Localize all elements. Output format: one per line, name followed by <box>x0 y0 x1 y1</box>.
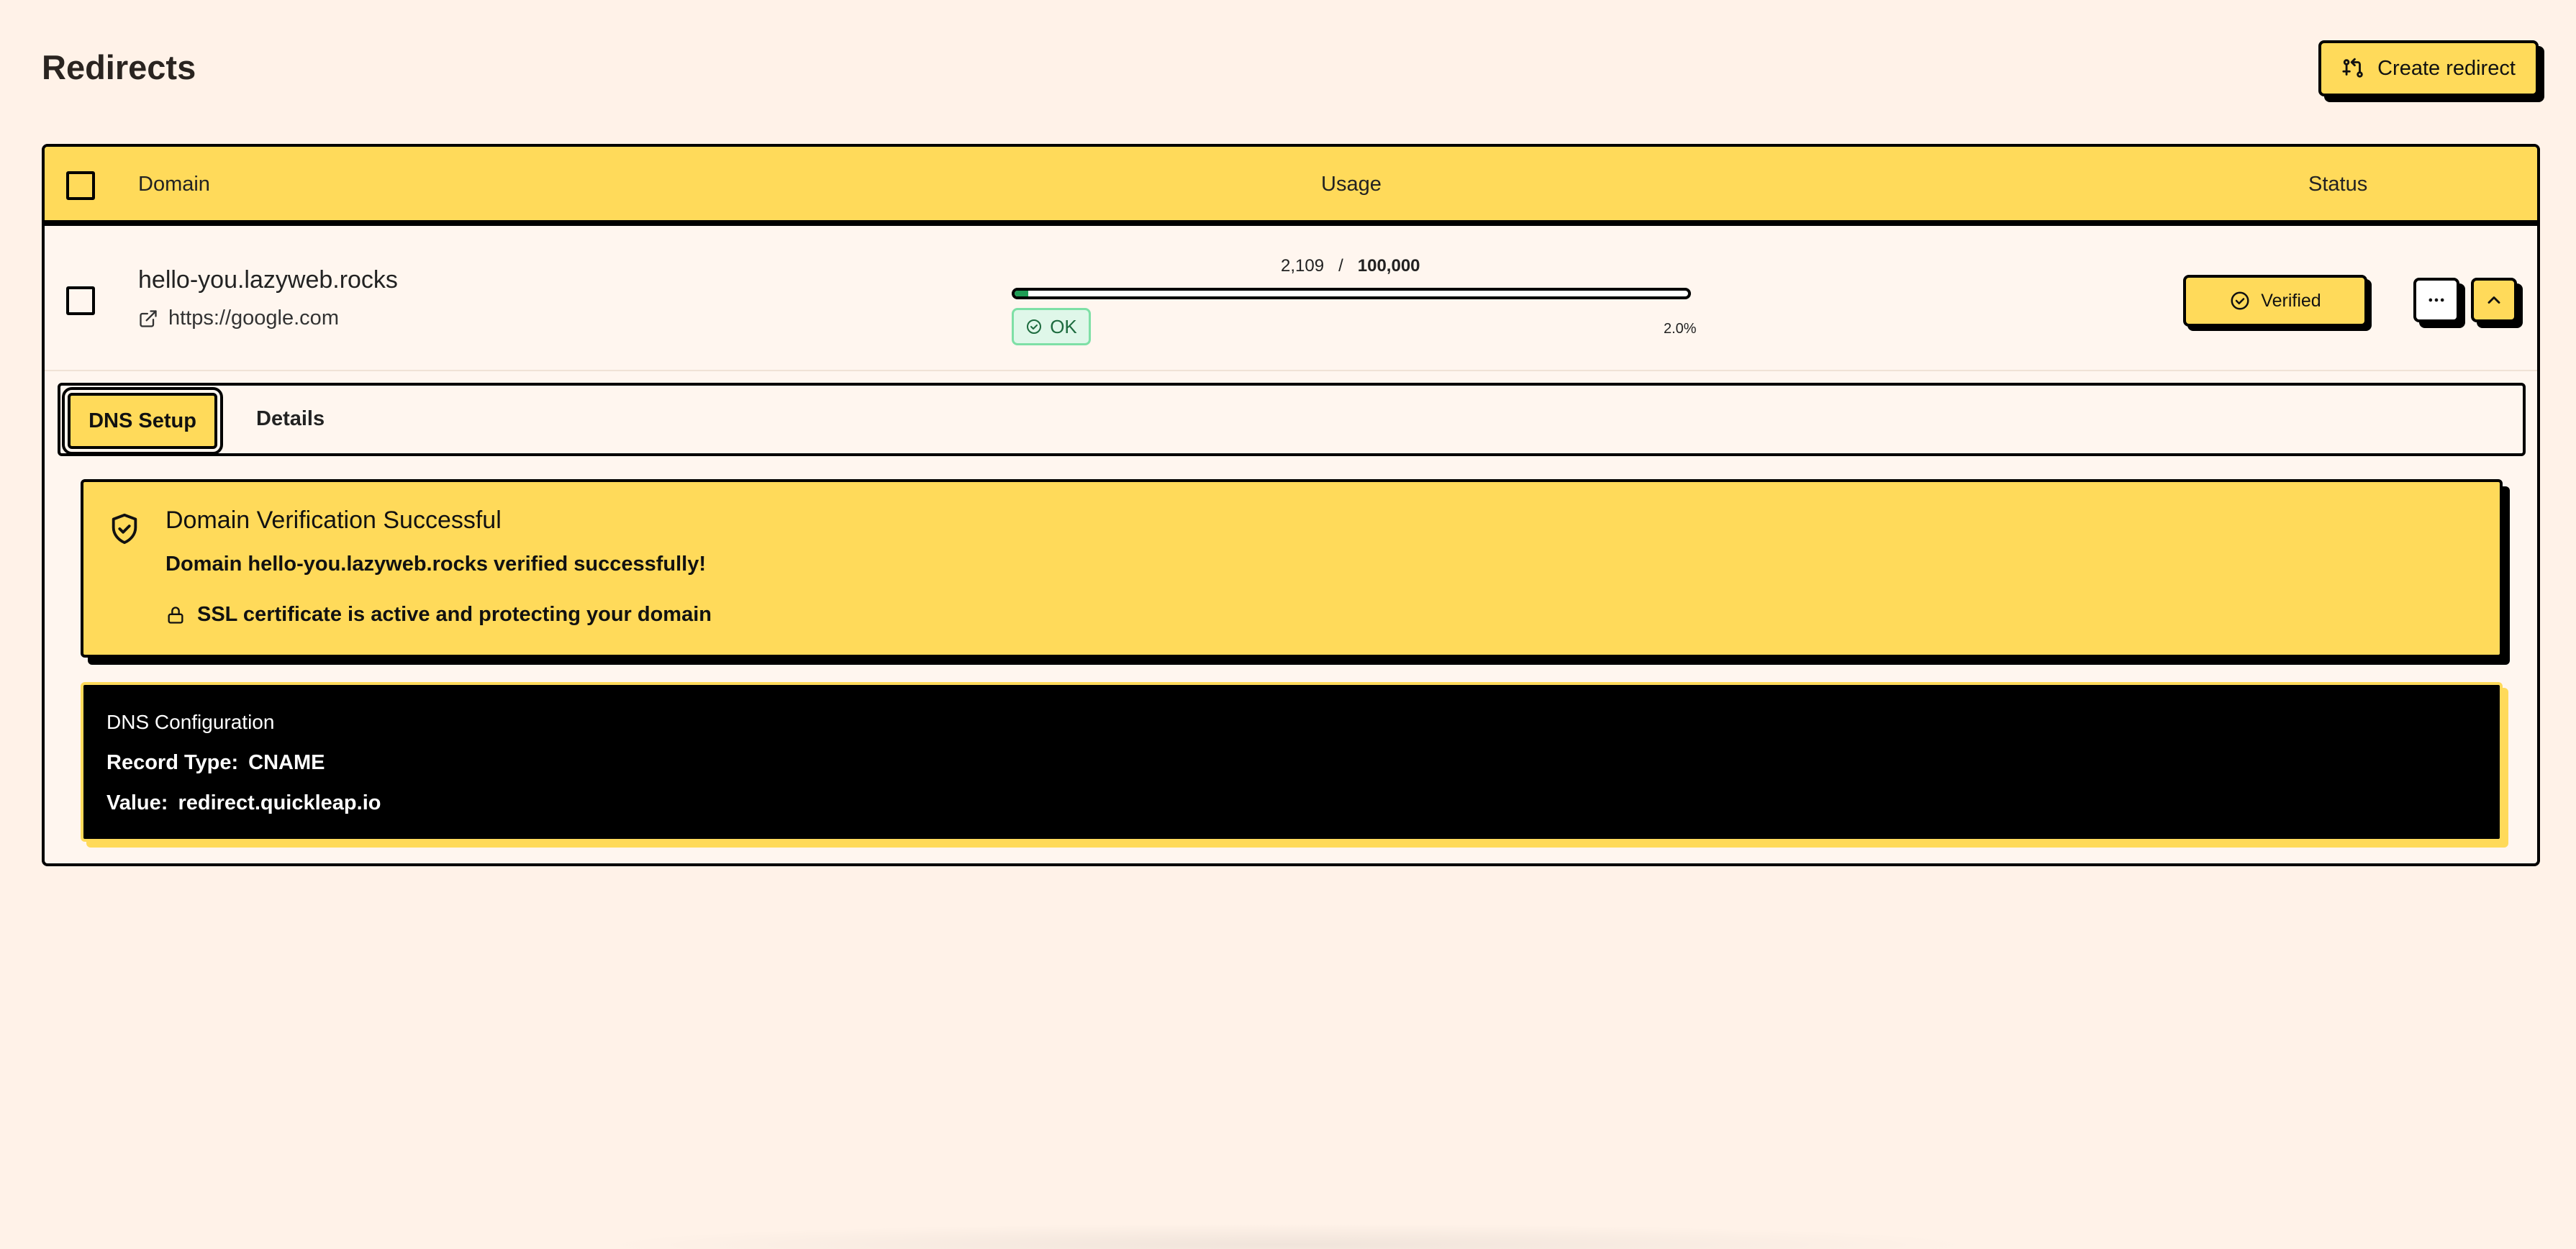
record-type-value: CNAME <box>248 751 325 774</box>
usage-separator: / <box>1338 256 1343 276</box>
verified-status-button[interactable]: Verified <box>2183 275 2367 327</box>
create-redirect-button[interactable]: Create redirect <box>2318 40 2539 96</box>
lock-icon <box>168 606 183 624</box>
domain-name: hello-you.lazyweb.rocks <box>138 266 398 294</box>
target-url: https://google.com <box>168 306 339 330</box>
usage-count: 2,109 / 100,000 <box>1281 256 1420 276</box>
ssl-status: SSL certificate is active and protecting… <box>165 603 712 627</box>
tab-dns-setup[interactable]: DNS Setup <box>62 387 223 455</box>
usage-progress-fill <box>1015 291 1028 296</box>
page-title: Redirects <box>42 48 196 86</box>
ssl-status-text: SSL certificate is active and protecting… <box>197 603 712 626</box>
usage-limit: 100,000 <box>1357 256 1420 276</box>
column-header-domain: Domain <box>138 173 210 196</box>
git-compare-icon <box>2342 58 2363 78</box>
chevron-up-icon <box>2487 296 2500 304</box>
table-header: Domain Usage Status <box>45 147 2537 226</box>
table-row: hello-you.lazyweb.rocks https://google.c… <box>45 232 2537 371</box>
dns-config-title: DNS Configuration <box>106 711 275 733</box>
page: Redirects Create redirect Domain Usage S… <box>0 0 2576 1249</box>
row-checkbox[interactable] <box>66 286 95 315</box>
record-type-label: Record Type: <box>106 751 239 774</box>
usage-status-label: OK <box>1050 315 1077 337</box>
verification-success-panel: Domain Verification Successful Domain he… <box>81 479 2503 658</box>
create-redirect-label: Create redirect <box>2377 56 2516 80</box>
status-label: Verified <box>2261 290 2321 311</box>
column-header-usage: Usage <box>1321 173 1382 196</box>
tab-bar: DNS Setup Details <box>58 383 2526 456</box>
record-value-label: Value: <box>106 791 168 814</box>
more-actions-button[interactable] <box>2413 278 2459 322</box>
usage-progress-bar <box>1012 288 1691 299</box>
record-value-value[interactable]: redirect.quickleap.io <box>178 791 381 814</box>
select-all-checkbox[interactable] <box>66 171 95 200</box>
external-link-icon <box>140 309 157 327</box>
usage-status-badge: OK <box>1012 308 1091 345</box>
collapse-row-button[interactable] <box>2471 278 2517 322</box>
tab-details[interactable]: Details <box>256 407 325 431</box>
page-bottom-shadow <box>590 1223 1986 1249</box>
dns-record-value: Value: redirect.quickleap.io <box>106 791 381 815</box>
usage-percent: 2.0% <box>1664 321 1697 337</box>
verification-title: Domain Verification Successful <box>165 507 502 534</box>
verification-message: Domain hello-you.lazyweb.rocks verified … <box>165 553 707 576</box>
dns-record-type: Record Type: CNAME <box>106 751 325 775</box>
dns-configuration-panel: DNS Configuration Record Type: CNAME Valu… <box>81 682 2503 842</box>
shield-check-icon <box>112 513 137 545</box>
column-header-status: Status <box>2308 173 2368 196</box>
usage-used: 2,109 <box>1281 256 1325 276</box>
more-horizontal-icon <box>2428 298 2444 302</box>
check-circle-icon <box>1027 319 1042 334</box>
check-circle-icon <box>2231 291 2249 310</box>
redirects-table: Domain Usage Status hello-you.lazyweb.ro… <box>42 144 2540 866</box>
target-link[interactable]: https://google.com <box>138 306 339 330</box>
